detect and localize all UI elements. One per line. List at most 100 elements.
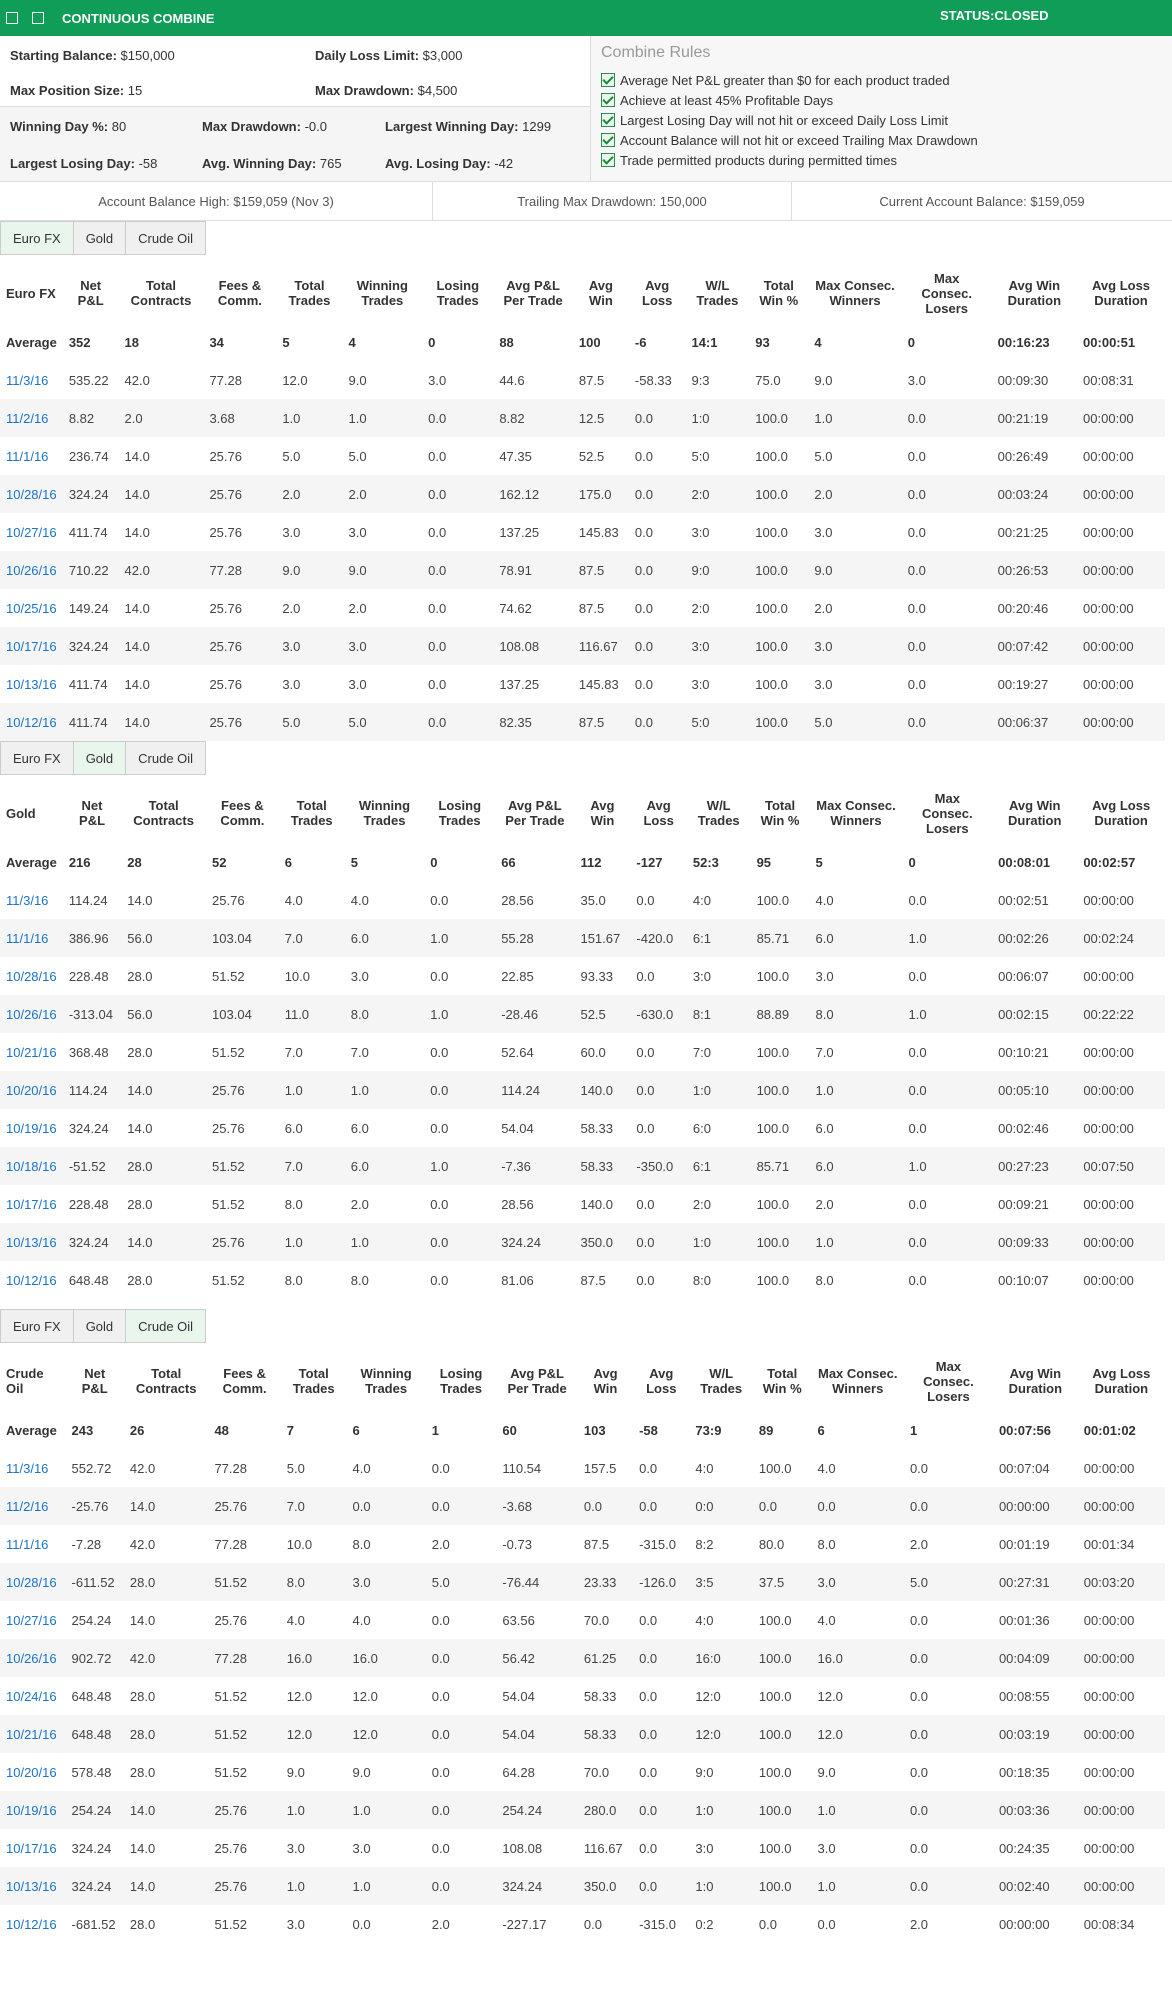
table-cell: 12.0: [280, 1715, 347, 1753]
date-link[interactable]: 10/21/16: [6, 1727, 57, 1742]
tab-product[interactable]: Gold: [72, 741, 127, 775]
table-row: 10/27/16 254.24 14.0 25.76 4.0 4.0 0.0 63.56 70.…: [0, 1601, 1165, 1639]
table-cell: 324.24: [495, 1223, 575, 1261]
table-cell: 100.0: [749, 437, 809, 475]
tab-product[interactable]: Crude Oil: [125, 741, 207, 775]
table-cell: 7: [286, 1422, 294, 1438]
tab-product[interactable]: Crude Oil: [125, 1309, 207, 1343]
combine-rules: Combine Rules Average Net P&L greater th…: [591, 36, 1172, 181]
column-header: Avg Loss: [646, 1366, 677, 1396]
date-link[interactable]: 11/1/16: [6, 931, 48, 946]
date-link[interactable]: 10/20/16: [6, 1083, 57, 1098]
date-link[interactable]: 10/25/16: [6, 601, 57, 616]
table-cell: 87.5: [574, 1261, 631, 1299]
column-header: Crude Oil: [6, 1366, 44, 1396]
date-link[interactable]: 10/18/16: [6, 1159, 57, 1174]
table-cell: 0.0: [633, 1449, 690, 1487]
date-link[interactable]: 10/27/16: [6, 1613, 57, 1628]
date-link[interactable]: 11/3/16: [6, 373, 48, 388]
table-cell: 324.24: [65, 1867, 124, 1905]
tab-product[interactable]: Euro FX: [0, 1309, 74, 1343]
table-cell: 88.89: [750, 995, 810, 1033]
table-cell: 51.52: [206, 1185, 279, 1223]
table-cell: 28.0: [123, 1753, 209, 1791]
date-link[interactable]: 10/13/16: [6, 1879, 57, 1894]
table-row: 10/28/16 324.24 14.0 25.76 2.0 2.0 0.0 162.12 17…: [0, 475, 1165, 513]
table-cell: 93: [755, 334, 770, 350]
table-cell: 0.0: [422, 627, 494, 665]
table-cell: 6.0: [809, 919, 903, 957]
date-link[interactable]: 10/12/16: [6, 715, 57, 730]
table-cell: 10/17/16: [0, 1829, 66, 1867]
table-cell: 3.0: [346, 1829, 426, 1867]
table-cell: 7.0: [278, 919, 345, 957]
table-cell: 0: [907, 334, 915, 350]
date-link[interactable]: 11/1/16: [6, 1537, 48, 1552]
table-cell: 552.72: [65, 1449, 124, 1487]
column-header: Avg Win: [593, 1366, 618, 1396]
table-cell: 00:00:00: [1077, 881, 1165, 919]
date-link[interactable]: 10/26/16: [6, 1651, 57, 1666]
checkbox-icon[interactable]: [6, 12, 18, 24]
tab-product[interactable]: Euro FX: [0, 221, 74, 255]
table-cell: 10/28/16: [0, 1563, 66, 1601]
date-link[interactable]: 10/12/16: [6, 1273, 57, 1288]
table-cell: 8.0: [346, 1525, 426, 1563]
checkbox-icon[interactable]: [32, 12, 44, 24]
table-row: 11/3/16 535.22 42.0 77.28 12.0 9.0 3.0 44.6 87.5…: [0, 361, 1165, 399]
table-cell: 25.76: [203, 589, 277, 627]
section-0: Euro FX Gold Crude Oil Euro FX Net P&L Total …: [0, 221, 1172, 741]
date-link[interactable]: 11/3/16: [6, 1461, 48, 1476]
date-link[interactable]: 10/12/16: [6, 1917, 57, 1932]
table-cell: 3.0: [280, 1829, 347, 1867]
date-link[interactable]: 10/24/16: [6, 1689, 57, 1704]
table-cell: 3.0: [276, 513, 343, 551]
table-cell: 54.04: [495, 1109, 575, 1147]
table-cell: 11/1/16: [0, 1525, 66, 1563]
date-link[interactable]: 10/19/16: [6, 1803, 57, 1818]
table-cell: 175.0: [572, 475, 629, 513]
table-cell: -58.33: [628, 361, 686, 399]
date-link[interactable]: 10/17/16: [6, 1841, 57, 1856]
tab-product[interactable]: Gold: [72, 1309, 127, 1343]
table-cell: 103.04: [206, 995, 279, 1033]
date-link[interactable]: 10/17/16: [6, 639, 57, 654]
table-cell: 89: [758, 1422, 774, 1438]
table-cell: 14.0: [123, 1601, 209, 1639]
date-link[interactable]: 10/17/16: [6, 1197, 57, 1212]
table-cell: 28.56: [495, 1185, 575, 1223]
table-cell: 10/24/16: [0, 1677, 66, 1715]
rule-item: Average Net P&L greater than $0 for each…: [601, 70, 1162, 90]
date-link[interactable]: 10/13/16: [6, 677, 57, 692]
date-link[interactable]: 10/20/16: [6, 1765, 57, 1780]
column-header: Gold: [6, 805, 36, 821]
date-link[interactable]: 10/27/16: [6, 525, 57, 540]
date-link[interactable]: 11/1/16: [6, 449, 48, 464]
date-link[interactable]: 10/28/16: [6, 487, 57, 502]
table-cell: 0.0: [628, 399, 686, 437]
table-cell: 3.0: [811, 1829, 904, 1867]
table-cell: 25.76: [208, 1487, 281, 1525]
table-cell: 51.52: [206, 957, 279, 995]
table-cell: 0.0: [630, 1109, 687, 1147]
date-link[interactable]: 10/19/16: [6, 1121, 57, 1136]
date-link[interactable]: 10/21/16: [6, 1045, 57, 1060]
tab-product[interactable]: Crude Oil: [125, 221, 207, 255]
table-cell: 216: [68, 854, 91, 870]
date-link[interactable]: 10/28/16: [6, 1575, 57, 1590]
table-cell: 3:5: [689, 1563, 753, 1601]
table-cell: 00:06:07: [992, 957, 1078, 995]
largest-losing-day: Largest Losing Day: -58: [10, 155, 158, 171]
tab-product[interactable]: Gold: [72, 221, 127, 255]
tab-product[interactable]: Euro FX: [0, 741, 74, 775]
date-link[interactable]: 10/26/16: [6, 563, 57, 578]
table-cell: 42.0: [123, 1639, 209, 1677]
date-link[interactable]: 11/2/16: [6, 1499, 48, 1514]
date-link[interactable]: 10/13/16: [6, 1235, 57, 1250]
date-link[interactable]: 11/2/16: [6, 411, 48, 426]
date-link[interactable]: 10/26/16: [6, 1007, 57, 1022]
table-cell: 1:0: [689, 1867, 753, 1905]
date-link[interactable]: 10/28/16: [6, 969, 57, 984]
date-link[interactable]: 11/3/16: [6, 893, 48, 908]
table-cell: 352: [68, 334, 91, 350]
